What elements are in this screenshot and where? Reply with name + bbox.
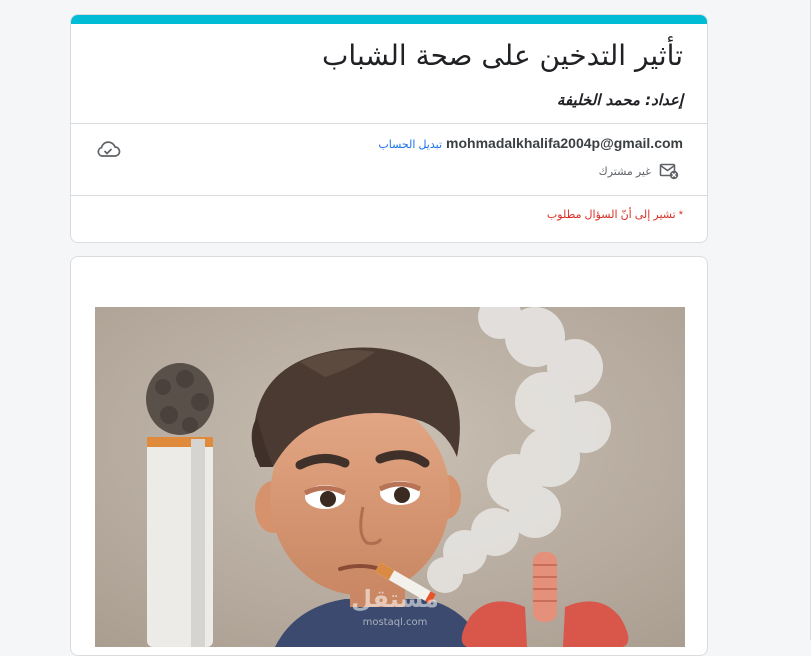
accent-bar bbox=[71, 15, 707, 24]
shared-status-text: غير مشترك bbox=[598, 165, 651, 178]
smoking-youth-illustration: مستقل mostaql.com bbox=[95, 307, 685, 647]
image-card: مستقل mostaql.com bbox=[70, 256, 708, 656]
switch-account-link[interactable]: تبديل الحساب bbox=[378, 138, 442, 151]
account-email: mohmadalkhalifa2004p@gmail.com bbox=[446, 135, 683, 151]
shared-status-row: غير مشترك bbox=[599, 162, 679, 180]
account-row: تبديل الحساب mohmadalkhalifa2004p@gmail.… bbox=[378, 135, 683, 151]
required-note: * تشير إلى أنّ السؤال مطلوب bbox=[546, 209, 683, 221]
divider bbox=[71, 123, 707, 124]
watermark-sub: mostaql.com bbox=[363, 617, 428, 628]
cloud-check-icon bbox=[97, 141, 121, 157]
mail-shared-icon bbox=[659, 163, 679, 180]
form-title: تأثير التدخين على صحة الشباب bbox=[322, 39, 683, 72]
divider bbox=[71, 195, 707, 196]
form-author: إعداد: محمد الخليفة bbox=[556, 91, 683, 109]
form-header-card: تأثير التدخين على صحة الشباب إعداد: محمد… bbox=[70, 14, 708, 243]
watermark-main: مستقل bbox=[351, 585, 439, 613]
